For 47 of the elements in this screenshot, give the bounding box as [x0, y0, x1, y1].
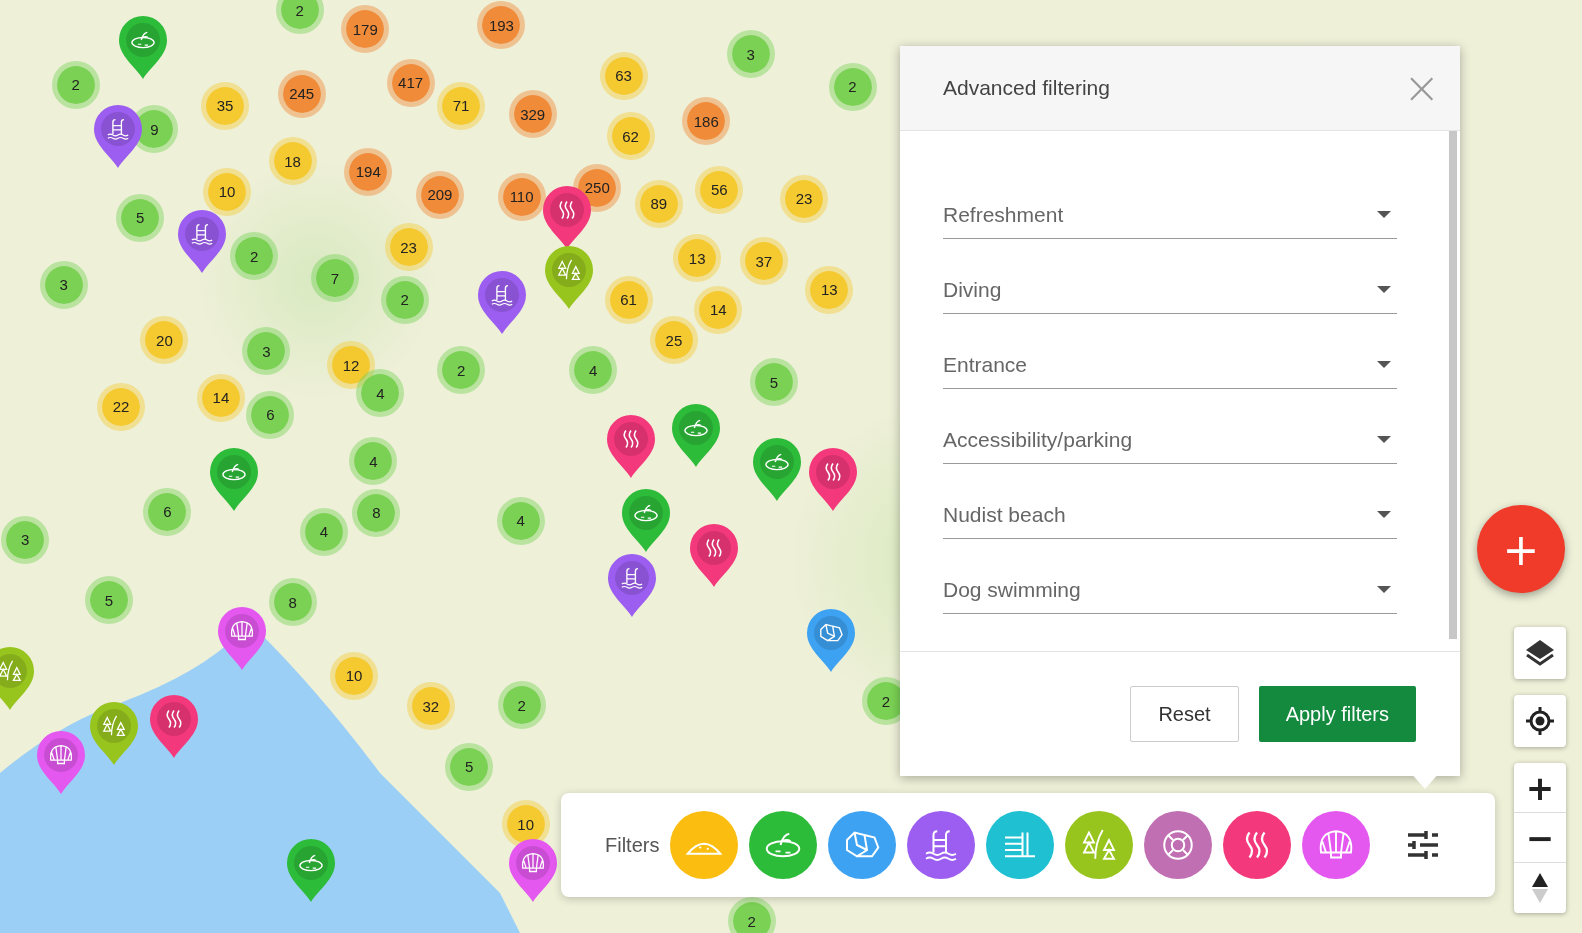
- lifebuoy-filter-icon[interactable]: [1143, 810, 1214, 880]
- location-pin[interactable]: [148, 694, 199, 759]
- location-pin[interactable]: [285, 837, 336, 902]
- dropdown-field[interactable]: Entrance: [943, 347, 1397, 389]
- location-pin[interactable]: [0, 645, 36, 710]
- zoom-in-button[interactable]: +: [1514, 763, 1566, 813]
- location-pin[interactable]: [806, 607, 857, 672]
- spa-filter-icon[interactable]: [1222, 810, 1293, 880]
- apply-button[interactable]: Apply filters: [1258, 686, 1416, 742]
- dialog-title: Advanced filtering: [943, 76, 1110, 100]
- pool-filter-icon[interactable]: [906, 810, 977, 880]
- location-pin[interactable]: [209, 447, 260, 512]
- compass-icon[interactable]: [1530, 871, 1550, 905]
- waterfall-filter-icon[interactable]: [985, 810, 1056, 880]
- dropdown-field[interactable]: Refreshment: [943, 197, 1397, 239]
- locate-button[interactable]: [1514, 695, 1566, 747]
- dropdown-field[interactable]: Accessibility/parking: [943, 422, 1397, 464]
- location-pin[interactable]: [477, 269, 528, 334]
- location-pin[interactable]: [751, 437, 802, 502]
- location-pin[interactable]: [176, 209, 227, 274]
- rocks-filter-icon[interactable]: [827, 810, 898, 880]
- reset-button[interactable]: Reset: [1130, 686, 1239, 742]
- lake-filter-icon[interactable]: [748, 810, 819, 880]
- dropdown-field[interactable]: Nudist beach: [943, 497, 1397, 539]
- location-pin[interactable]: [808, 447, 859, 512]
- zoom-out-button[interactable]: −: [1514, 813, 1566, 863]
- crosshair-icon: [1525, 706, 1555, 736]
- forest-filter-icon[interactable]: [1064, 810, 1135, 880]
- shell-filter-icon[interactable]: [1301, 810, 1372, 880]
- dropdown-field[interactable]: Diving: [943, 272, 1397, 314]
- location-pin[interactable]: [671, 402, 722, 467]
- filters-label: Filters: [605, 833, 660, 857]
- location-pin[interactable]: [35, 729, 86, 794]
- dropdown-field[interactable]: Dog swimming: [943, 572, 1397, 614]
- location-pin[interactable]: [93, 104, 144, 169]
- location-pin[interactable]: [689, 522, 740, 587]
- location-pin[interactable]: [217, 605, 268, 670]
- location-pin[interactable]: [89, 701, 139, 766]
- location-pin[interactable]: [620, 487, 671, 552]
- location-pin[interactable]: [507, 837, 558, 902]
- scrollbar[interactable]: [1449, 131, 1457, 639]
- location-pin[interactable]: [605, 413, 656, 478]
- layers-button[interactable]: [1514, 627, 1566, 679]
- sliders-icon[interactable]: [1406, 830, 1441, 860]
- location-pin[interactable]: [118, 15, 169, 80]
- location-pin[interactable]: [606, 553, 657, 618]
- location-pin[interactable]: [544, 245, 595, 310]
